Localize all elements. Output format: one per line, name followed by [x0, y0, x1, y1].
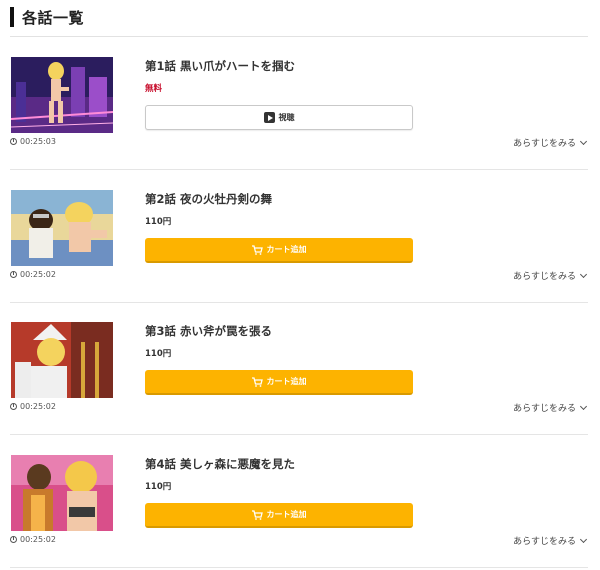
chevron-down-icon — [579, 535, 588, 543]
cart-button-label: カート追加 — [266, 245, 307, 254]
cart-button-label: カート追加 — [266, 377, 307, 386]
synopsis-toggle[interactable]: あらすじをみる — [513, 136, 588, 149]
section-title: 各話一覧 — [22, 8, 85, 27]
duration-text: 00:25:02 — [20, 535, 56, 544]
episode-price: 110円 — [145, 349, 172, 359]
cart-button-label: カート追加 — [266, 510, 307, 519]
chevron-down-icon — [579, 270, 588, 278]
episode-duration: 00:25:02 — [10, 270, 56, 279]
episode-item: 00:25:03 第1話 黒い爪がハートを掴む 無料 視聴 あらすじをみる — [0, 37, 600, 170]
play-icon — [263, 112, 275, 123]
watch-button-label: 視聴 — [278, 113, 295, 122]
synopsis-toggle[interactable]: あらすじをみる — [513, 401, 588, 414]
clock-icon — [10, 271, 17, 278]
episode-item: 00:25:02 第4話 美しヶ森に悪魔を見た 110円 カート追加 あらすじを… — [0, 435, 600, 568]
episode-thumbnail[interactable] — [11, 455, 113, 531]
synopsis-toggle[interactable]: あらすじをみる — [513, 534, 588, 547]
episode-duration: 00:25:02 — [10, 535, 56, 544]
chevron-down-icon — [579, 402, 588, 410]
section-header: 各話一覧 — [10, 6, 84, 28]
episode-item: 00:25:02 第3話 赤い斧が罠を張る 110円 カート追加 あらすじをみる — [0, 302, 600, 435]
watch-button[interactable]: 視聴 — [145, 105, 413, 130]
clock-icon — [10, 403, 17, 410]
episode-title[interactable]: 第2話 夜の火牡丹剣の舞 — [145, 191, 272, 207]
add-to-cart-button[interactable]: カート追加 — [145, 503, 413, 528]
synopsis-toggle[interactable]: あらすじをみる — [513, 269, 588, 282]
add-to-cart-button[interactable]: カート追加 — [145, 238, 413, 263]
divider — [10, 567, 588, 568]
synopsis-label: あらすじをみる — [513, 272, 576, 282]
chevron-down-icon — [579, 137, 588, 145]
clock-icon — [10, 536, 17, 543]
synopsis-label: あらすじをみる — [513, 139, 576, 149]
duration-text: 00:25:03 — [20, 137, 56, 146]
cart-icon — [251, 376, 263, 387]
duration-text: 00:25:02 — [20, 402, 56, 411]
episode-title[interactable]: 第3話 赤い斧が罠を張る — [145, 323, 272, 339]
synopsis-label: あらすじをみる — [513, 537, 576, 547]
episode-thumbnail[interactable] — [11, 57, 113, 133]
episode-price: 110円 — [145, 217, 172, 227]
episode-item: 00:25:02 第2話 夜の火牡丹剣の舞 110円 カート追加 あらすじをみる — [0, 170, 600, 303]
clock-icon — [10, 138, 17, 145]
episode-thumbnail[interactable] — [11, 322, 113, 398]
episode-price: 無料 — [145, 84, 163, 94]
header-accent-bar — [10, 7, 14, 27]
episode-title[interactable]: 第4話 美しヶ森に悪魔を見た — [145, 456, 295, 472]
episode-duration: 00:25:02 — [10, 402, 56, 411]
synopsis-label: あらすじをみる — [513, 404, 576, 414]
episode-title[interactable]: 第1話 黒い爪がハートを掴む — [145, 58, 295, 74]
episode-thumbnail[interactable] — [11, 190, 113, 266]
episode-price: 110円 — [145, 482, 172, 492]
cart-icon — [251, 509, 263, 520]
episode-duration: 00:25:03 — [10, 137, 56, 146]
add-to-cart-button[interactable]: カート追加 — [145, 370, 413, 395]
cart-icon — [251, 244, 263, 255]
duration-text: 00:25:02 — [20, 270, 56, 279]
